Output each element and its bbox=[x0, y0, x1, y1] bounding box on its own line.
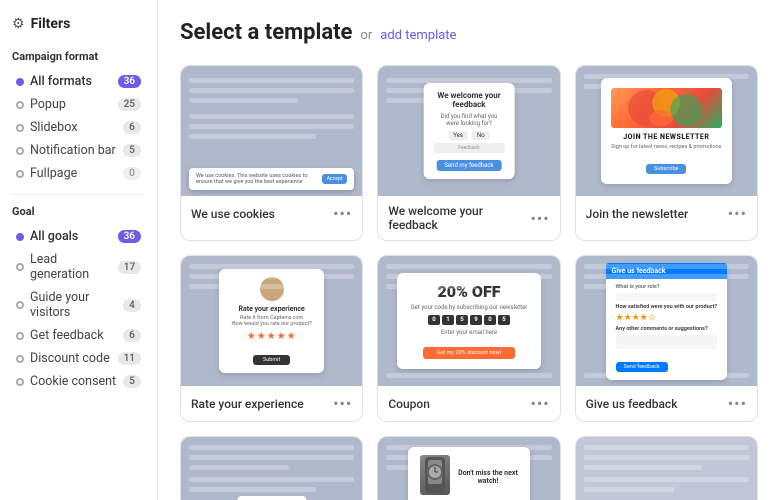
template-preview-give-feedback: Give us feedback What is your role? How … bbox=[576, 256, 757, 386]
template-preview-coupon: 20% OFF Get your code by subscribing our… bbox=[378, 256, 559, 386]
more-button[interactable]: ••• bbox=[728, 204, 747, 223]
more-button[interactable]: ••• bbox=[333, 204, 352, 223]
template-card-newsletter[interactable]: Join the Newsletter Sign up for latest n… bbox=[575, 65, 758, 241]
sidebar-title: Filters bbox=[31, 16, 71, 32]
section-divider bbox=[12, 194, 145, 195]
more-button[interactable]: ••• bbox=[530, 209, 549, 228]
count-badge: 25 bbox=[118, 98, 141, 111]
page-title: Select a template bbox=[180, 20, 352, 45]
template-preview-cookies: We use cookies. This website uses cookie… bbox=[181, 66, 362, 196]
template-footer: Give us feedback ••• bbox=[576, 386, 757, 421]
count-badge: 5 bbox=[123, 375, 141, 388]
template-name: We use cookies bbox=[191, 207, 275, 221]
sidebar-item-fullpage[interactable]: Fullpage 0 bbox=[12, 163, 145, 184]
template-footer: Rate your experience ••• bbox=[181, 386, 362, 421]
campaign-format-label: Campaign format bbox=[12, 50, 145, 63]
sidebar-item-discount-code[interactable]: Discount code 11 bbox=[12, 348, 145, 369]
sidebar-item-all-formats[interactable]: All formats 36 bbox=[12, 71, 145, 92]
sidebar-item-label: Fullpage bbox=[30, 166, 77, 181]
template-name: Rate your experience bbox=[191, 397, 304, 411]
sidebar-item-label: Cookie consent bbox=[30, 374, 116, 389]
template-card-watch[interactable]: Don't miss the nextwatch! Don't miss the… bbox=[377, 436, 560, 500]
template-name: Give us feedback bbox=[586, 397, 678, 411]
more-button[interactable]: ••• bbox=[728, 394, 747, 413]
template-preview-rate: Rate your experience Rate it from Capter… bbox=[181, 256, 362, 386]
template-preview-get-in-touch: Get in touch with us bbox=[181, 437, 362, 500]
count-badge: 5 bbox=[123, 144, 141, 157]
template-footer: Join the newsletter ••• bbox=[576, 196, 757, 231]
template-preview-watch: Don't miss the nextwatch! bbox=[378, 437, 559, 500]
sidebar-item-label: All goals bbox=[30, 229, 78, 244]
sidebar-header: ⚙ Filters bbox=[12, 16, 145, 32]
dot-icon bbox=[16, 301, 24, 309]
sidebar-item-label: Slidebox bbox=[30, 120, 77, 135]
sidebar-item-notification-bar[interactable]: Notification bar 5 bbox=[12, 140, 145, 161]
template-footer: Coupon ••• bbox=[378, 386, 559, 421]
template-card-give-feedback[interactable]: Give us feedback What is your role? How … bbox=[575, 255, 758, 422]
template-preview-empty bbox=[576, 437, 757, 500]
template-grid: We use cookies. This website uses cookie… bbox=[180, 65, 758, 500]
dot-icon bbox=[16, 124, 24, 132]
feedback-welcome-preview: We welcome your feedback Did you find wh… bbox=[424, 83, 515, 179]
dot-icon bbox=[16, 355, 24, 363]
sidebar-item-slidebox[interactable]: Slidebox 6 bbox=[12, 117, 145, 138]
sidebar-item-popup[interactable]: Popup 25 bbox=[12, 94, 145, 115]
dot-icon bbox=[16, 147, 24, 155]
template-name: We welcome your feedback bbox=[388, 204, 530, 232]
watch-preview: Don't miss the nextwatch! bbox=[408, 447, 530, 500]
count-badge: 6 bbox=[123, 121, 141, 134]
template-preview-newsletter: Join the Newsletter Sign up for latest n… bbox=[576, 66, 757, 196]
template-card-empty[interactable] bbox=[575, 436, 758, 500]
count-badge: 17 bbox=[118, 261, 141, 274]
sidebar-item-lead-generation[interactable]: Lead generation 17 bbox=[12, 249, 145, 285]
template-card-get-in-touch[interactable]: Get in touch with us Get in touch with u… bbox=[180, 436, 363, 500]
sidebar-item-label: Notification bar bbox=[30, 143, 116, 158]
sidebar-item-label: All formats bbox=[30, 74, 92, 89]
template-preview-feedback-welcome: We welcome your feedback Did you find wh… bbox=[378, 66, 559, 196]
add-template-link[interactable]: add template bbox=[380, 28, 456, 43]
template-footer: We use cookies ••• bbox=[181, 196, 362, 231]
count-badge: 4 bbox=[123, 299, 141, 312]
count-badge: 6 bbox=[123, 329, 141, 342]
dot-icon bbox=[16, 378, 24, 386]
sidebar-item-label: Lead generation bbox=[30, 252, 118, 282]
goal-label: Goal bbox=[12, 205, 145, 218]
count-badge: 36 bbox=[118, 230, 141, 243]
dot-icon bbox=[16, 170, 24, 178]
dot-icon bbox=[16, 233, 24, 241]
more-button[interactable]: ••• bbox=[530, 394, 549, 413]
more-button[interactable]: ••• bbox=[333, 394, 352, 413]
or-text: or bbox=[360, 28, 372, 43]
dot-icon bbox=[16, 332, 24, 340]
main-content: Select a template or add template We use… bbox=[158, 0, 780, 500]
template-card-rate[interactable]: Rate your experience Rate it from Capter… bbox=[180, 255, 363, 422]
dot-icon bbox=[16, 263, 24, 271]
filter-icon: ⚙ bbox=[12, 16, 25, 32]
dot-icon bbox=[16, 78, 24, 86]
template-card-feedback-welcome[interactable]: We welcome your feedback Did you find wh… bbox=[377, 65, 560, 241]
sidebar-item-label: Get feedback bbox=[30, 328, 104, 343]
template-card-cookies[interactable]: We use cookies. This website uses cookie… bbox=[180, 65, 363, 241]
count-badge: 0 bbox=[123, 167, 141, 180]
template-footer: We welcome your feedback ••• bbox=[378, 196, 559, 240]
template-name: Coupon bbox=[388, 397, 430, 411]
sidebar: ⚙ Filters Campaign format All formats 36… bbox=[0, 0, 158, 500]
sidebar-item-label: Popup bbox=[30, 97, 66, 112]
sidebar-item-cookie-consent[interactable]: Cookie consent 5 bbox=[12, 371, 145, 392]
sidebar-item-label: Discount code bbox=[30, 351, 110, 366]
cookie-banner-preview: We use cookies. This website uses cookie… bbox=[189, 168, 354, 190]
dot-icon bbox=[16, 101, 24, 109]
sidebar-item-all-goals[interactable]: All goals 36 bbox=[12, 226, 145, 247]
main-header: Select a template or add template bbox=[180, 20, 758, 45]
template-name: Join the newsletter bbox=[586, 207, 689, 221]
count-badge: 36 bbox=[118, 75, 141, 88]
get-in-touch-preview: Get in touch with us bbox=[237, 496, 306, 500]
template-card-coupon[interactable]: 20% OFF Get your code by subscribing our… bbox=[377, 255, 560, 422]
sidebar-item-guide-visitors[interactable]: Guide your visitors 4 bbox=[12, 287, 145, 323]
count-badge: 11 bbox=[118, 352, 141, 365]
sidebar-item-get-feedback[interactable]: Get feedback 6 bbox=[12, 325, 145, 346]
sidebar-item-label: Guide your visitors bbox=[30, 290, 123, 320]
